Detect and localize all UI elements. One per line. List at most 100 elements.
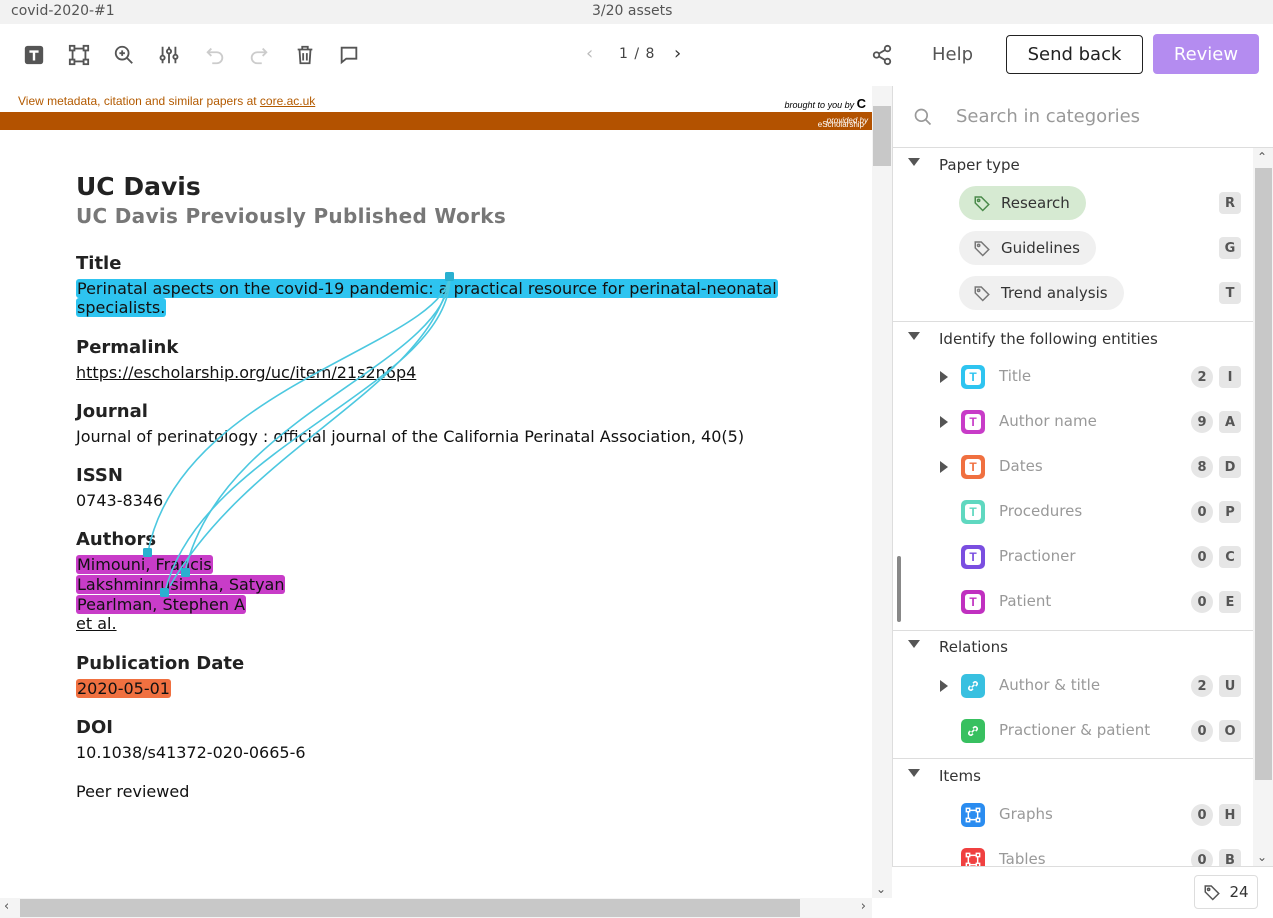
- category-search[interactable]: Search in categories: [893, 86, 1273, 148]
- panel-scrollbar[interactable]: ⌃ ⌄: [1253, 148, 1273, 866]
- scroll-down-icon[interactable]: ⌄: [876, 882, 886, 896]
- share-icon[interactable]: [870, 43, 894, 67]
- bounding-box-icon: [961, 803, 985, 827]
- text-tool-icon[interactable]: [22, 43, 46, 67]
- toolbar: ‹ 1 / 8 › Help Send back Review: [0, 24, 1273, 86]
- link-icon: [961, 719, 985, 743]
- review-button[interactable]: Review: [1153, 34, 1259, 74]
- entity-title[interactable]: T Title 2 I: [893, 362, 1253, 392]
- core-header: View metadata, citation and similar pape…: [0, 86, 872, 112]
- text-entity-icon: T: [961, 590, 985, 614]
- section-relations[interactable]: Relations: [893, 636, 1253, 660]
- date-annotation[interactable]: 2020-05-01: [76, 679, 171, 698]
- annotation-count: 0: [1191, 720, 1213, 742]
- item-tables[interactable]: Tables 0 B: [893, 845, 1253, 866]
- comment-icon[interactable]: [337, 43, 361, 67]
- redo-icon[interactable]: [247, 43, 271, 67]
- entity-dates[interactable]: T Dates 8 D: [893, 452, 1253, 482]
- top-bar: covid-2020-#1 3/20 assets: [0, 0, 1273, 24]
- core-metadata-text: View metadata, citation and similar pape…: [18, 94, 316, 108]
- journal-label: Journal: [76, 401, 148, 422]
- annotation-count: 0: [1191, 546, 1213, 568]
- entity-procedures[interactable]: T Procedures 0 P: [893, 497, 1253, 527]
- scrollbar-thumb[interactable]: [873, 106, 891, 166]
- delete-icon[interactable]: [293, 43, 317, 67]
- shortcut-key: B: [1219, 849, 1241, 866]
- peer-reviewed-text: Peer reviewed: [76, 782, 190, 801]
- text-entity-icon: T: [961, 545, 985, 569]
- paper-type-trend-analysis[interactable]: Trend analysis: [959, 276, 1124, 310]
- brought-to-you-text: brought to you by C: [784, 96, 866, 111]
- divider: [893, 630, 1253, 631]
- search-input[interactable]: Search in categories: [956, 106, 1140, 127]
- annotation-count: 0: [1191, 591, 1213, 613]
- total-annotations-badge[interactable]: 24: [1194, 875, 1258, 909]
- previous-page-icon[interactable]: ‹: [586, 43, 593, 64]
- pubdate-label: Publication Date: [76, 653, 245, 674]
- annotation-count: 0: [1191, 501, 1213, 523]
- section-entities[interactable]: Identify the following entities: [893, 328, 1253, 352]
- item-graphs[interactable]: Graphs 0 H: [893, 800, 1253, 830]
- document-vertical-scrollbar[interactable]: ⌄: [872, 86, 892, 898]
- collapse-icon[interactable]: [908, 640, 920, 648]
- entity-practioner[interactable]: T Practioner 0 C: [893, 542, 1253, 572]
- scroll-left-icon[interactable]: ‹: [4, 899, 9, 914]
- provider-strip: provided by eScholarship - University of…: [0, 112, 872, 147]
- collapse-icon[interactable]: [908, 332, 920, 340]
- adjustments-icon[interactable]: [157, 43, 181, 67]
- collapse-icon[interactable]: [908, 158, 920, 166]
- core-link[interactable]: core.ac.uk: [260, 94, 315, 108]
- scrollbar-thumb[interactable]: [20, 899, 800, 917]
- entity-patient[interactable]: T Patient 0 E: [893, 587, 1253, 617]
- authors-label: Authors: [76, 529, 157, 550]
- divider: [893, 758, 1253, 759]
- author-annotation[interactable]: Mimouni, Francis: [76, 555, 213, 574]
- annotation-count: 9: [1191, 411, 1213, 433]
- text-entity-icon: T: [961, 410, 985, 434]
- expand-icon[interactable]: [940, 371, 948, 383]
- bounding-box-tool-icon[interactable]: [67, 43, 91, 67]
- section-paper-type[interactable]: Paper type: [893, 154, 1253, 178]
- relation-practioner-patient[interactable]: Practioner & patient 0 O: [893, 716, 1253, 746]
- shortcut-key: R: [1219, 192, 1241, 214]
- document-horizontal-scrollbar[interactable]: ‹ ›: [0, 898, 872, 918]
- permalink-link[interactable]: https://escholarship.org/uc/item/21s2n6p…: [76, 363, 416, 382]
- scrollbar-thumb[interactable]: [1255, 168, 1272, 780]
- shortcut-key: G: [1219, 237, 1241, 259]
- annotation-count: 2: [1191, 675, 1213, 697]
- annotation-count: 2: [1191, 366, 1213, 388]
- author-annotation[interactable]: Lakshminrusimha, Satyan: [76, 575, 286, 594]
- title-annotation-line1[interactable]: Perinatal aspects on the covid-19 pandem…: [76, 279, 778, 298]
- section-items[interactable]: Items: [893, 765, 1253, 789]
- tag-icon: [974, 286, 990, 302]
- shortcut-key: H: [1219, 804, 1241, 826]
- undo-icon[interactable]: [203, 43, 227, 67]
- shortcut-key: D: [1219, 456, 1241, 478]
- expand-icon[interactable]: [940, 461, 948, 473]
- zoom-in-icon[interactable]: [112, 43, 136, 67]
- title-label: Title: [76, 253, 122, 274]
- help-link[interactable]: Help: [932, 44, 973, 65]
- paper-type-guidelines[interactable]: Guidelines: [959, 231, 1096, 265]
- scroll-up-icon[interactable]: ⌃: [1257, 150, 1267, 164]
- page-navigator: ‹ 1 / 8 ›: [578, 42, 698, 68]
- search-icon: [914, 108, 932, 126]
- next-page-icon[interactable]: ›: [674, 43, 681, 64]
- title-annotation-line2[interactable]: specialists.: [76, 298, 167, 317]
- shortcut-key: P: [1219, 501, 1241, 523]
- paper-type-research[interactable]: Research: [959, 186, 1086, 220]
- expand-icon[interactable]: [940, 416, 948, 428]
- document-viewer[interactable]: View metadata, citation and similar pape…: [0, 86, 872, 898]
- scroll-right-icon[interactable]: ›: [861, 899, 866, 914]
- bounding-box-icon: [961, 848, 985, 866]
- collapse-icon[interactable]: [908, 769, 920, 777]
- permalink-label: Permalink: [76, 337, 179, 358]
- send-back-button[interactable]: Send back: [1006, 35, 1143, 74]
- relation-author-title[interactable]: Author & title 2 U: [893, 671, 1253, 701]
- core-logo: C: [856, 96, 866, 111]
- et-al-link[interactable]: et al.: [76, 614, 117, 633]
- scroll-down-icon[interactable]: ⌄: [1257, 850, 1267, 864]
- expand-icon[interactable]: [940, 680, 948, 692]
- entity-author-name[interactable]: T Author name 9 A: [893, 407, 1253, 437]
- author-annotation[interactable]: Pearlman, Stephen A: [76, 595, 247, 614]
